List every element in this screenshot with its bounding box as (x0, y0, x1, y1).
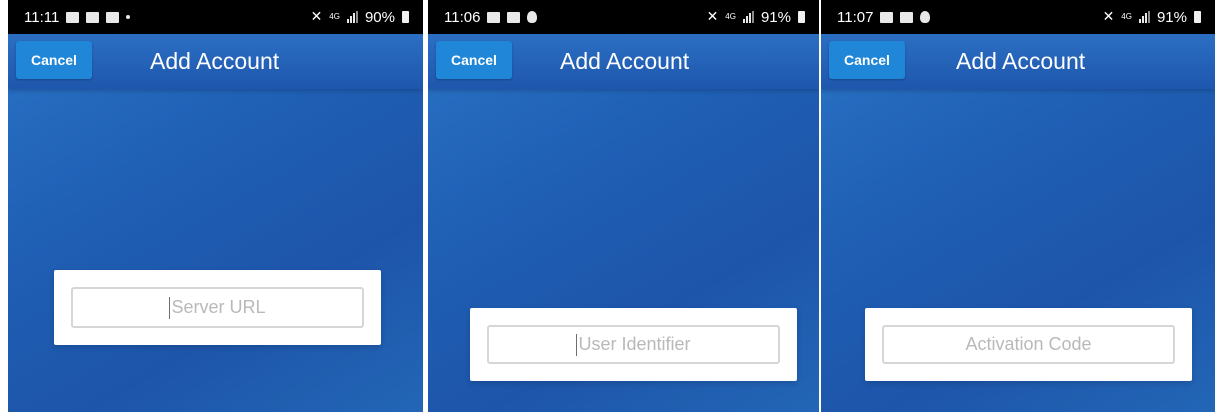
status-left: 11:07 (837, 8, 931, 26)
phone-screen-activation-code: 11:07 ✕ 4G 91% Cancel Add Account Activa… (821, 0, 1215, 412)
page-title: Add Account (150, 48, 280, 74)
mute-icon: ✕ (310, 9, 323, 25)
status-bar: 11:11 ✕ 4G 90% (8, 0, 423, 34)
mute-icon: ✕ (706, 9, 719, 25)
status-bar: 11:07 ✕ 4G 91% (821, 0, 1215, 34)
user-icon (527, 11, 538, 23)
image-icon (487, 11, 501, 23)
input-card: Server URL (54, 270, 381, 345)
user-identifier-placeholder: User Identifier (578, 334, 691, 354)
weather-icon (66, 11, 80, 23)
network-type: 4G (329, 12, 340, 21)
user-identifier-input[interactable]: User Identifier (487, 325, 780, 364)
cancel-button[interactable]: Cancel (16, 41, 92, 79)
battery-icon (798, 11, 805, 23)
battery-icon (1194, 11, 1201, 23)
mute-icon: ✕ (1102, 9, 1115, 25)
mail-icon (900, 11, 914, 23)
signal-icon (1138, 11, 1150, 23)
signal-icon (346, 11, 358, 23)
battery-icon (402, 11, 409, 23)
app-header: Cancel Add Account (8, 34, 423, 89)
input-card: Activation Code (865, 308, 1192, 381)
phone-screen-user-identifier: 11:06 ✕ 4G 91% Cancel Add Account User I… (428, 0, 819, 412)
image-icon (880, 11, 894, 23)
page-title: Add Account (560, 48, 690, 74)
status-time: 11:06 (444, 8, 481, 26)
input-card: User Identifier (470, 308, 797, 381)
status-left: 11:06 (444, 8, 538, 26)
status-time: 11:07 (837, 8, 874, 26)
app-header: Cancel Add Account (821, 34, 1215, 89)
phone-screen-server-url: 11:11 ✕ 4G 90% Cancel Add Account Server… (8, 0, 423, 412)
network-type: 4G (725, 12, 736, 21)
activation-code-input[interactable]: Activation Code (882, 325, 1175, 364)
page-title: Add Account (956, 48, 1086, 74)
app-header: Cancel Add Account (428, 34, 819, 89)
network-type: 4G (1121, 12, 1132, 21)
status-right: ✕ 4G 90% (311, 9, 409, 26)
signal-icon (742, 11, 754, 23)
dot-icon (126, 15, 131, 19)
battery-percent: 91% (1156, 8, 1187, 26)
screenshot-strip: 11:11 ✕ 4G 90% Cancel Add Account Server… (0, 0, 1215, 412)
battery-percent: 90% (364, 8, 395, 26)
cancel-button[interactable]: Cancel (829, 41, 905, 79)
activation-code-placeholder: Activation Code (965, 334, 1092, 354)
server-url-input[interactable]: Server URL (71, 287, 364, 328)
cancel-button[interactable]: Cancel (436, 41, 512, 79)
mail-icon (507, 11, 521, 23)
mail-icon (106, 11, 120, 23)
status-right: ✕ 4G 91% (1103, 9, 1201, 26)
battery-percent: 91% (760, 8, 791, 26)
status-left: 11:11 (24, 8, 131, 26)
text-cursor (169, 296, 171, 319)
server-url-placeholder: Server URL (171, 297, 266, 317)
user-icon (920, 11, 931, 23)
image-icon (86, 11, 100, 23)
status-bar: 11:06 ✕ 4G 91% (428, 0, 819, 34)
status-right: ✕ 4G 91% (707, 9, 805, 26)
text-cursor (576, 333, 578, 356)
status-time: 11:11 (24, 8, 60, 26)
